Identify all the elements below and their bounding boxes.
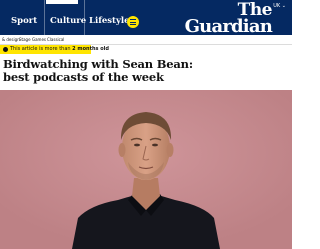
subnav-item-design[interactable]: & design [2, 37, 20, 42]
clock-icon [3, 47, 8, 52]
left-eye [134, 143, 140, 147]
active-nav-indicator [46, 0, 78, 4]
nav-item-culture[interactable]: Culture [50, 16, 86, 27]
guardian-logo[interactable]: The Guardian [184, 0, 273, 37]
sub-navigation: & design Stage Games Classical [0, 35, 292, 45]
nav-item-lifestyle[interactable]: Lifestyle [89, 16, 130, 27]
page: Sport Culture Lifestyle UK ⌄ The Guardia… [0, 0, 292, 249]
article-age-warning: This article is more than 2 months old [0, 45, 109, 54]
hamburger-icon-bar [130, 21, 136, 23]
hamburger-icon [130, 19, 136, 20]
logo-line-guardian: Guardian [184, 16, 273, 37]
nav-divider [84, 0, 85, 35]
left-ear [118, 143, 126, 157]
age-warning-age: 2 months old [72, 46, 109, 52]
article-main-image [0, 90, 292, 249]
subnav-item-stage[interactable]: Stage [19, 37, 31, 42]
region-selector[interactable]: UK ⌄ [273, 3, 286, 9]
article-headline: Birdwatching with Sean Bean: best podcas… [3, 57, 193, 84]
chevron-down-icon: ⌄ [281, 3, 286, 9]
subnav-item-classical[interactable]: Classical [47, 37, 64, 42]
region-label: UK [273, 3, 281, 9]
masthead: Sport Culture Lifestyle UK ⌄ The Guardia… [0, 0, 292, 37]
right-eye [152, 143, 158, 147]
portrait-illustration [0, 90, 292, 249]
subnav-item-games[interactable]: Games [32, 37, 46, 42]
menu-button[interactable] [127, 16, 139, 28]
hamburger-icon-bar [130, 24, 136, 25]
age-warning-prefix: This article is more than [10, 46, 73, 52]
right-ear [166, 143, 174, 157]
nav-divider [44, 0, 45, 35]
nav-item-sport[interactable]: Sport [11, 16, 37, 27]
age-warning-text: This article is more than 2 months old [10, 47, 109, 52]
